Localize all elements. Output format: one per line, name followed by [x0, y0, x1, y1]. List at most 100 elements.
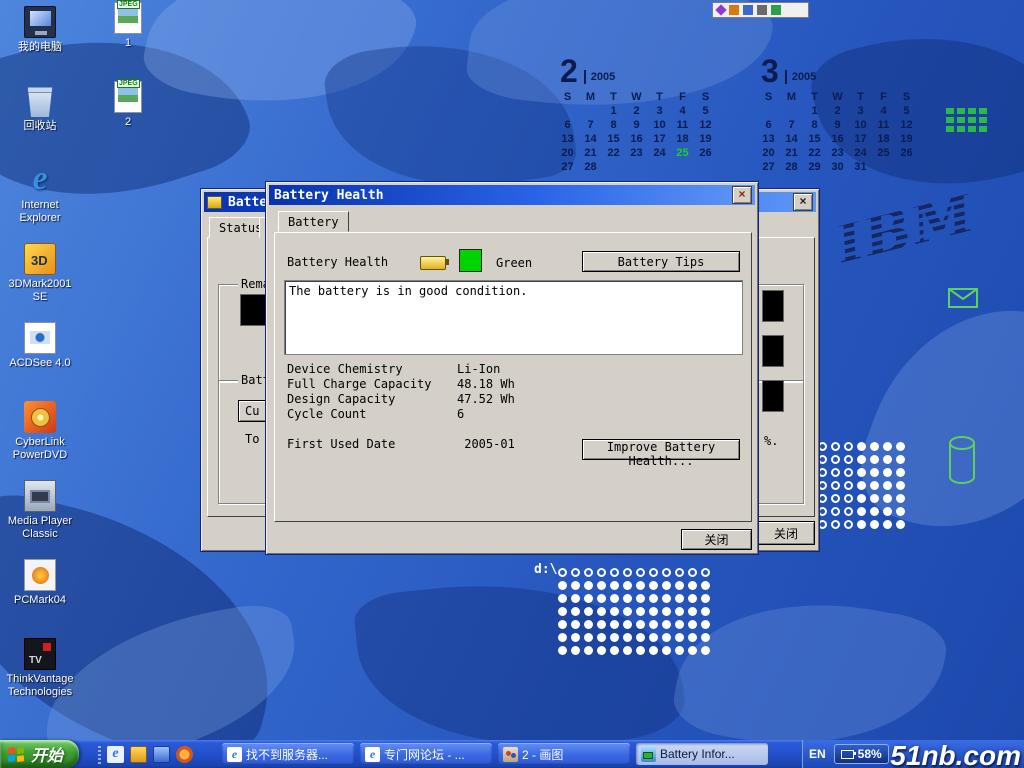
taskbar: 开始 找不到服务器... 专门网论坛 - ... 2 - 画图 Battery Inf… [0, 740, 1024, 768]
window-close-button[interactable]: 关闭 [757, 521, 815, 545]
keyboard-icon[interactable] [757, 5, 767, 15]
floating-toolbar[interactable] [712, 2, 809, 18]
quick-launch-desktop-icon[interactable] [153, 746, 170, 763]
taskbar-button[interactable]: 专门网论坛 - ... [360, 743, 492, 765]
pcmark04-icon [24, 559, 56, 591]
volume-icon[interactable] [729, 5, 739, 15]
powerdvd-icon [24, 401, 56, 433]
desktop-item-recycle-bin[interactable]: 回收站 [2, 85, 78, 164]
capacity-display [762, 335, 784, 367]
desktop-item-thinkvantage[interactable]: ThinkVantage Technologies [2, 638, 78, 717]
battery-health-titlebar[interactable]: Battery Health × [269, 185, 755, 205]
acdsee-icon [24, 322, 56, 354]
desktop-item-label: 回收站 [24, 120, 57, 133]
3dmark2001-icon [24, 243, 56, 275]
capacity-display [762, 380, 784, 412]
battery-icon [420, 256, 446, 270]
envelope-icon [948, 288, 978, 308]
battery-tray-icon [841, 750, 854, 759]
desktop-item-label: 我的电脑 [18, 41, 62, 54]
close-icon[interactable]: × [732, 186, 752, 204]
desktop-item-label: ACDSee 4.0 [9, 357, 70, 370]
desktop-item-my-computer[interactable]: 我的电脑 [2, 6, 78, 85]
percent-text: %. [764, 434, 778, 448]
spreadsheet-grid-icon [946, 108, 954, 114]
desktop-item-label: Internet Explorer [2, 199, 78, 225]
health-status-text: Green [496, 256, 532, 270]
close-icon[interactable]: × [793, 193, 813, 211]
desktop-item-label: Media Player Classic [2, 515, 78, 541]
notes-icon[interactable] [771, 5, 781, 15]
desktop-item-label: ThinkVantage Technologies [2, 673, 78, 699]
ie-page-icon [227, 747, 242, 762]
first-used-label: First Used Date [287, 437, 457, 451]
desktop-icons: 我的电脑回收站 Internet Explorer 3DMark2001 SE ACD… [2, 6, 78, 717]
internet-explorer-icon [24, 164, 56, 196]
capacity-display [762, 290, 784, 322]
task-buttons: 找不到服务器... 专门网论坛 - ... 2 - 画图 Battery Infor.… [222, 743, 768, 765]
drive-label: d:\ [534, 562, 557, 577]
taskbar-button[interactable]: 2 - 画图 [498, 743, 630, 765]
improve-battery-health-button[interactable]: Improve Battery Health... [582, 439, 740, 460]
dialog-close-button[interactable]: 关闭 [681, 529, 752, 550]
desktop-item-label: CyberLink PowerDVD [2, 436, 78, 462]
thinkvantage-icon [24, 638, 56, 670]
desktop-item-internet-explorer[interactable]: Internet Explorer [2, 164, 78, 243]
desktop-item-jpg-file[interactable]: 2 [90, 81, 166, 160]
toolbar-grip[interactable] [98, 744, 101, 764]
condition-textbox[interactable]: The battery is in good condition. [284, 280, 743, 355]
paint-icon [503, 747, 518, 762]
battery-tips-button[interactable]: Battery Tips [582, 251, 740, 272]
my-computer-icon [24, 6, 56, 38]
condition-text: The battery is in good condition. [289, 284, 527, 298]
desktop-item-label: 1 [125, 37, 131, 50]
tab-battery[interactable]: Battery [278, 211, 349, 232]
desktop-item-jpg-file[interactable]: 1 [90, 2, 166, 81]
calendar-february-2005: 22005SMTWTFS1234567891011121314151617181… [556, 52, 726, 174]
battery-tab-panel: Battery Health Green Battery Tips The ba… [274, 232, 752, 522]
desktop-files: 12 [90, 2, 166, 160]
calendar-march-2005: 32005SMTWTFS1234567891011121314151617181… [757, 52, 927, 174]
quick-launch-ie-icon[interactable] [107, 746, 124, 763]
recycle-bin-icon [24, 85, 56, 117]
battery-percent: 58% [858, 747, 882, 761]
desktop-item-mpc[interactable]: Media Player Classic [2, 480, 78, 559]
diamond-icon[interactable] [715, 4, 726, 15]
language-indicator[interactable]: EN [809, 747, 826, 761]
battery-indicator[interactable]: 58% [834, 744, 889, 764]
remaining-capacity-display [240, 294, 268, 326]
battery-fields: Device ChemistryLi-IonFull Charge Capaci… [287, 362, 727, 422]
watermark: 51nb.com [890, 740, 1021, 768]
quick-launch-mail-icon[interactable] [130, 746, 147, 763]
dot-matrix-decoration [816, 440, 907, 531]
display-icon[interactable] [743, 5, 753, 15]
battery-health-dialog: Battery Health × Battery Battery Health … [265, 181, 759, 555]
start-label: 开始 [31, 742, 63, 766]
health-status-swatch [459, 249, 482, 272]
window-title: Batte [228, 195, 267, 210]
desktop-item-powerdvd[interactable]: CyberLink PowerDVD [2, 401, 78, 480]
desktop-item-acdsee[interactable]: ACDSee 4.0 [2, 322, 78, 401]
quick-launch-media-icon[interactable] [176, 746, 193, 763]
cylinder-icon [948, 436, 976, 484]
jpg-file-icon [114, 81, 142, 113]
dialog-title: Battery Health [274, 188, 384, 203]
start-button[interactable]: 开始 [0, 740, 79, 768]
mpc-icon [24, 480, 56, 512]
ie-page-icon [365, 747, 380, 762]
battery-icon [641, 747, 656, 762]
desktop-item-label: 2 [125, 116, 131, 129]
first-used-value: 2005-01 [464, 437, 515, 451]
desktop-item-label: PCMark04 [14, 594, 66, 607]
desktop-item-pcmark04[interactable]: PCMark04 [2, 559, 78, 638]
taskbar-button[interactable]: 找不到服务器... [222, 743, 354, 765]
ibm-logo: IBM [829, 180, 982, 278]
battery-window-icon [207, 196, 222, 209]
desktop-item-3dmark2001[interactable]: 3DMark2001 SE [2, 243, 78, 322]
desktop: IBM d:\ 22005SMTWTFS12345678910111213141… [0, 0, 1024, 768]
taskbar-button[interactable]: Battery Infor... [636, 743, 768, 765]
battery-health-label: Battery Health [287, 255, 388, 269]
jpg-file-icon [114, 2, 142, 34]
first-used-row: First Used Date 2005-01 [287, 437, 515, 451]
windows-logo-icon [8, 746, 25, 763]
